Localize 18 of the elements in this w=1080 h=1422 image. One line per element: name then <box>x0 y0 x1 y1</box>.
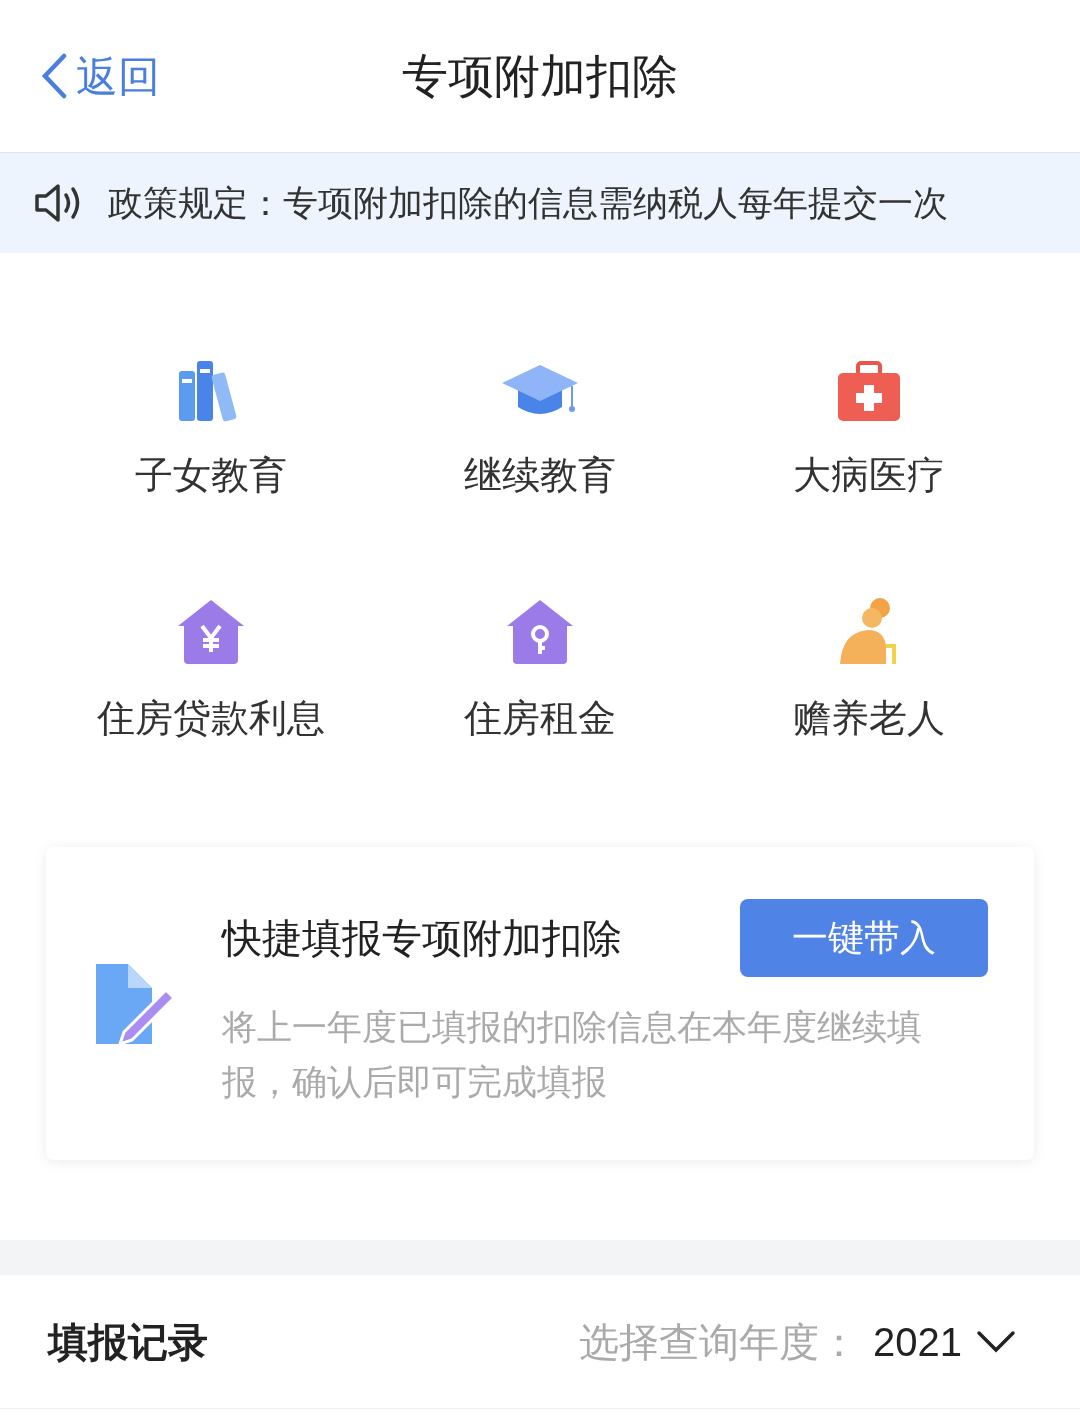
chevron-down-icon <box>976 1329 1016 1354</box>
category-item[interactable]: 子女教育 <box>46 351 376 504</box>
category-item[interactable]: 赡养老人 <box>704 594 1034 747</box>
notice-text: 政策规定：专项附加扣除的信息需纳税人每年提交一次 <box>108 181 948 224</box>
back-button[interactable]: 返回 <box>40 44 160 108</box>
chevron-left-icon <box>40 53 68 99</box>
import-button[interactable]: 一键带入 <box>740 898 988 977</box>
category-item[interactable]: 住房租金 <box>375 594 705 747</box>
year-selector[interactable]: 选择查询年度： 2021 <box>579 1311 1016 1372</box>
page-title: 专项附加扣除 <box>402 48 678 104</box>
category-item[interactable]: 大病医疗 <box>704 351 1034 504</box>
quick-fill-title: 快捷填报专项附加扣除 <box>222 914 622 962</box>
category-item[interactable]: 住房贷款利息 <box>46 594 376 747</box>
house-key-icon <box>505 598 575 666</box>
records-title: 填报记录 <box>48 1318 208 1366</box>
medical-kit-icon <box>836 361 903 423</box>
quick-fill-description: 将上一年度已填报的扣除信息在本年度继续填报，确认后即可完成填报 <box>222 1005 923 1103</box>
category-item[interactable]: 继续教育 <box>375 351 705 504</box>
